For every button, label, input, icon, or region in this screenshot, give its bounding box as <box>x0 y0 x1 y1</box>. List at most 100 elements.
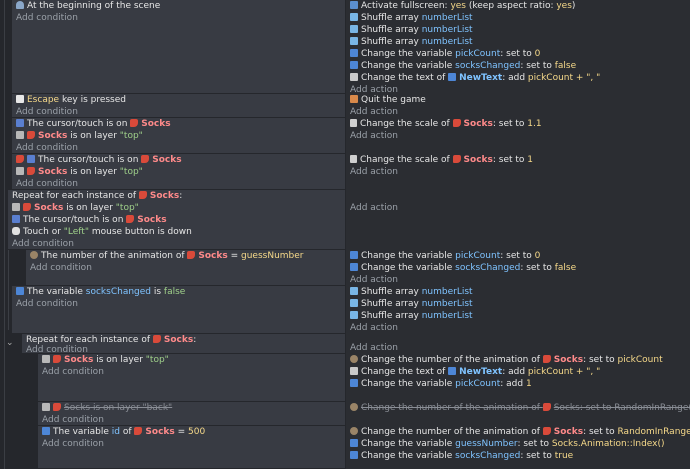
cursor-icon <box>16 119 24 127</box>
sock-icon <box>542 403 551 411</box>
action-shuffle-array[interactable]: Shuffle array numberList <box>346 36 690 48</box>
text-icon <box>350 73 358 81</box>
add-condition-link[interactable]: Add condition <box>12 298 345 310</box>
event-actions[interactable]: Change the scale of Socks: set to 1 Add … <box>346 154 690 190</box>
event-conditions[interactable]: At the beginning of the scene Add condit… <box>12 0 345 94</box>
action-change-text[interactable]: Change the text of NewText: add pickCoun… <box>346 72 690 84</box>
action-change-scale[interactable]: Change the scale of Socks: set to 1 <box>346 154 690 166</box>
event-conditions[interactable]: Socks is on layer "top" Add condition <box>38 354 345 402</box>
action-quit-game[interactable]: Quit the game <box>346 94 690 106</box>
event-actions[interactable]: Add action <box>346 334 690 354</box>
add-condition-link[interactable]: Add condition <box>26 262 345 274</box>
action-change-variable[interactable]: Change the variable socksChanged: set to… <box>346 60 690 72</box>
event-actions[interactable]: Change the number of the animation of So… <box>346 354 690 402</box>
action-change-variable[interactable]: Change the variable pickCount: set to 0 <box>346 250 690 262</box>
event-sub-id-500[interactable]: The variable id of Socks = 500 Add condi… <box>0 426 690 469</box>
sock-icon <box>542 355 551 363</box>
event-scene-start[interactable]: At the beginning of the scene Add condit… <box>0 0 690 95</box>
action-change-variable[interactable]: Change the variable socksChanged: set to… <box>346 262 690 274</box>
event-actions[interactable]: Quit the game Add action <box>346 94 690 118</box>
event-repeat-socks-2[interactable]: ⌄ Repeat for each instance of Socks: Add… <box>0 334 690 355</box>
layer-icon <box>42 403 50 411</box>
sock-icon <box>134 427 143 435</box>
action-shuffle-array[interactable]: Shuffle array numberList <box>346 12 690 24</box>
event-not-hover-top[interactable]: The cursor/touch is on Socks Socks is on… <box>0 154 690 190</box>
add-condition-link[interactable]: Add condition <box>38 438 345 450</box>
event-escape-key[interactable]: Escape key is pressed Add condition Quit… <box>0 94 690 118</box>
inverted-icon <box>16 155 24 163</box>
add-action-link[interactable]: Add action <box>346 130 690 142</box>
add-condition-link[interactable]: Add condition <box>22 346 345 355</box>
event-conditions[interactable]: Socks is on layer "back" Add condition <box>38 402 345 426</box>
event-actions[interactable]: Change the scale of Socks: set to 1.1 Ad… <box>346 118 690 154</box>
add-action-link[interactable]: Add action <box>346 274 690 286</box>
action-shuffle-array[interactable]: Shuffle array numberList <box>346 24 690 36</box>
add-action-link[interactable]: Add action <box>346 342 690 354</box>
event-actions[interactable]: Change the number of the animation of So… <box>346 402 690 426</box>
animation-icon <box>350 355 358 363</box>
sock-icon <box>23 203 31 211</box>
action-change-variable[interactable]: Change the variable socksChanged: set to… <box>346 450 690 462</box>
add-action-link[interactable]: Add action <box>346 166 690 178</box>
action-change-variable[interactable]: Change the variable guessNumber: set to … <box>346 438 690 450</box>
repeat-header[interactable]: Repeat for each instance of Socks: <box>8 190 345 202</box>
add-condition-link[interactable]: Add condition <box>38 414 345 426</box>
event-actions[interactable]: Shuffle array numberList Shuffle array n… <box>346 286 690 334</box>
sock-icon <box>542 427 551 435</box>
add-condition-link[interactable]: Add condition <box>12 106 345 118</box>
chevron-down-icon[interactable]: ⌄ <box>6 338 14 348</box>
event-actions[interactable]: Activate fullscreen: yes (keep aspect ra… <box>346 0 690 95</box>
event-actions[interactable]: Change the number of the animation of So… <box>346 426 690 469</box>
layer-icon <box>12 203 20 211</box>
text-icon <box>350 367 358 375</box>
event-conditions[interactable]: The variable id of Socks = 500 Add condi… <box>38 426 345 469</box>
action-change-animation[interactable]: Change the number of the animation of So… <box>346 426 690 438</box>
event-hover-top[interactable]: The cursor/touch is on Socks Socks is on… <box>0 118 690 154</box>
action-shuffle-array[interactable]: Shuffle array numberList <box>346 298 690 310</box>
add-condition-link[interactable]: Add condition <box>12 142 345 154</box>
event-repeat-socks[interactable]: Repeat for each instance of Socks: Socks… <box>0 190 690 250</box>
add-condition-link[interactable]: Add condition <box>12 12 345 24</box>
action-change-animation[interactable]: Change the number of the animation of So… <box>346 354 690 366</box>
variable-icon <box>350 251 358 259</box>
add-action-link[interactable]: Add action <box>346 322 690 334</box>
add-action-link[interactable]: Add action <box>346 202 690 214</box>
layer-icon <box>42 355 50 363</box>
add-condition-link[interactable]: Add condition <box>12 178 345 190</box>
sock-icon <box>130 119 139 127</box>
event-conditions[interactable]: The number of the animation of Socks = g… <box>26 250 345 286</box>
animation-icon <box>350 403 358 411</box>
event-conditions[interactable]: Escape key is pressed Add condition <box>12 94 345 118</box>
event-conditions[interactable]: Repeat for each instance of Socks: Add c… <box>22 334 345 355</box>
array-icon <box>350 299 358 307</box>
scene-start-icon <box>16 1 24 9</box>
action-change-animation[interactable]: Change the number of the animation of So… <box>346 402 690 414</box>
event-animation-check[interactable]: The number of the animation of Socks = g… <box>0 250 690 286</box>
action-shuffle-array[interactable]: Shuffle array numberList <box>346 310 690 322</box>
event-conditions[interactable]: The variable socksChanged is false Add c… <box>12 286 345 334</box>
action-change-variable[interactable]: Change the variable pickCount: add 1 <box>346 378 690 390</box>
event-conditions[interactable]: The cursor/touch is on Socks Socks is on… <box>12 154 345 190</box>
action-shuffle-array[interactable]: Shuffle array numberList <box>346 286 690 298</box>
event-sub-top-layer[interactable]: Socks is on layer "top" Add condition Ch… <box>0 354 690 402</box>
event-conditions[interactable]: Repeat for each instance of Socks: Socks… <box>8 190 345 250</box>
condition-text: At the beginning of the scene <box>27 1 161 11</box>
event-actions[interactable]: Change the variable pickCount: set to 0 … <box>346 250 690 286</box>
add-condition-link[interactable]: Add condition <box>38 366 345 378</box>
sock-icon <box>126 215 135 223</box>
event-conditions[interactable]: The cursor/touch is on Socks Socks is on… <box>12 118 345 154</box>
mouse-icon <box>12 227 20 235</box>
action-change-variable[interactable]: Change the variable pickCount: set to 0 <box>346 48 690 60</box>
event-sub-back-layer-disabled[interactable]: Socks is on layer "back" Add condition C… <box>0 402 690 426</box>
action-fullscreen[interactable]: Activate fullscreen: yes (keep aspect ra… <box>346 0 690 12</box>
event-socks-changed-false[interactable]: The variable socksChanged is false Add c… <box>0 286 690 334</box>
event-actions[interactable]: Add action <box>346 190 690 250</box>
scale-icon <box>350 155 357 163</box>
text-object-icon <box>448 367 457 375</box>
text-object-icon <box>448 73 457 81</box>
action-change-text[interactable]: Change the text of NewText: add pickCoun… <box>346 366 690 378</box>
action-change-scale[interactable]: Change the scale of Socks: set to 1.1 <box>346 118 690 130</box>
add-action-link[interactable]: Add action <box>346 106 690 118</box>
variable-icon <box>350 379 358 387</box>
add-condition-link[interactable]: Add condition <box>8 238 345 250</box>
